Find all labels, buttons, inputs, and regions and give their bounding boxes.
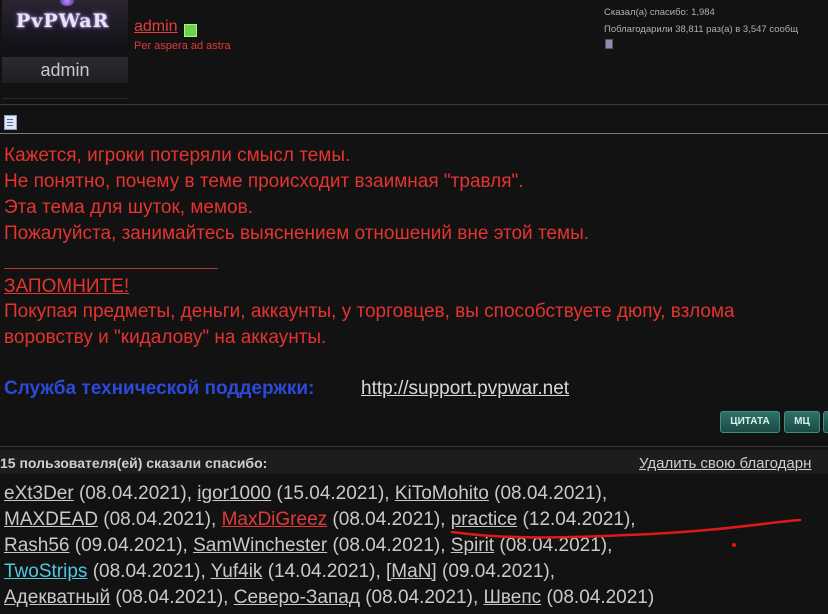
thanks-user-link[interactable]: TwoStrips [4, 561, 87, 582]
thanks-given-stat: Сказал(а) спасибо: 1,984 [604, 7, 715, 18]
thanks-row: Адекватный (08.04.2021), Северо-Запад (0… [4, 587, 654, 609]
warning-line: Покупая предметы, деньги, аккаунты, у то… [4, 301, 735, 322]
thanks-date: (08.04.2021), [359, 587, 484, 608]
thanks-user-link[interactable]: KiToMohito [395, 483, 489, 504]
thanks-date: (09.04.2021), [436, 561, 556, 582]
divider [0, 133, 828, 134]
thanks-date: (08.04.2021), [327, 509, 451, 530]
thanks-row: TwoStrips (08.04.2021), Yuf4ik (14.04.20… [4, 561, 555, 583]
support-label: Служба технической поддержки: [4, 378, 315, 399]
warning-line: воровству и "кидалову" на аккаунты. [4, 327, 327, 348]
thanks-received-stat: Поблагодарили 38,811 раз(а) в 3,547 сооб… [604, 24, 799, 35]
user-stats: Сказал(а) спасибо: 1,984 Поблагодарили 3… [604, 4, 798, 38]
reply-button[interactable] [823, 411, 828, 433]
logo-text: PvPWaR [16, 10, 110, 32]
thanks-date: (15.04.2021), [271, 483, 395, 504]
thanks-user-link[interactable]: Северо-Запад [234, 587, 360, 608]
online-status-icon [184, 24, 197, 37]
multi-quote-button[interactable]: МЦ [784, 411, 820, 433]
thanks-user-link[interactable]: MaxDiGreez [222, 509, 328, 530]
thanks-date: (08.04.2021) [541, 587, 655, 608]
thanks-user-link[interactable]: MAXDEAD [4, 509, 98, 530]
thanks-row: eXt3Der (08.04.2021), igor1000 (15.04.20… [4, 483, 607, 505]
remember-heading: ЗАПОМНИТЕ! [4, 276, 130, 297]
thanks-date: (08.04.2021), [110, 587, 234, 608]
thanks-title: 15 пользователя(ей) сказали спасибо: [0, 455, 268, 471]
thanks-user-link[interactable]: Yuf4ik [211, 561, 263, 582]
thanks-date: (14.04.2021), [262, 561, 387, 582]
message-line: Не понятно, почему в теме происходит вза… [4, 171, 524, 192]
post-document-icon[interactable] [4, 115, 17, 130]
reputation-icon [605, 39, 613, 49]
signature-separator [4, 268, 218, 269]
divider [0, 446, 828, 447]
thanks-user-link[interactable]: Rash56 [4, 535, 70, 556]
thanks-date: (08.04.2021), [87, 561, 211, 582]
remove-thanks-link[interactable]: Удалить свою благодарн [639, 455, 811, 472]
divider [2, 98, 128, 99]
thanks-date: (08.04.2021), [327, 535, 451, 556]
thanks-date: (08.04.2021), [97, 509, 222, 530]
quote-button[interactable]: ЦИТАТА [720, 411, 780, 433]
thanks-user-link[interactable]: eXt3Der [4, 483, 74, 504]
forum-logo-avatar[interactable]: PvPWaR [2, 0, 128, 52]
avatar-name-label: admin [2, 57, 128, 83]
thanks-date: (09.04.2021), [69, 535, 194, 556]
thanks-date: (08.04.2021), [488, 483, 608, 504]
thanks-user-link[interactable]: igor1000 [197, 483, 271, 504]
red-underline-annotation [450, 518, 802, 539]
message-line: Пожалуйста, занимайтесь выяснением отнош… [4, 223, 590, 244]
message-line: Эта тема для шуток, мемов. [4, 197, 253, 218]
support-link[interactable]: http://support.pvpwar.net [361, 378, 569, 400]
user-motto: Per aspera ad astra [134, 40, 231, 52]
thanks-user-link[interactable]: [MaN] [386, 561, 437, 582]
logo-emblem-icon [60, 0, 74, 6]
red-dot-annotation [732, 543, 736, 547]
message-line: Кажется, игроки потеряли смысл темы. [4, 145, 351, 166]
username-link[interactable]: admin [134, 18, 178, 36]
thanks-user-link[interactable]: Адекватный [4, 587, 110, 608]
divider [0, 104, 828, 105]
thanks-user-link[interactable]: Швепс [484, 587, 542, 608]
thanks-user-link[interactable]: SamWinchester [193, 535, 327, 556]
thanks-date: (08.04.2021), [73, 483, 198, 504]
